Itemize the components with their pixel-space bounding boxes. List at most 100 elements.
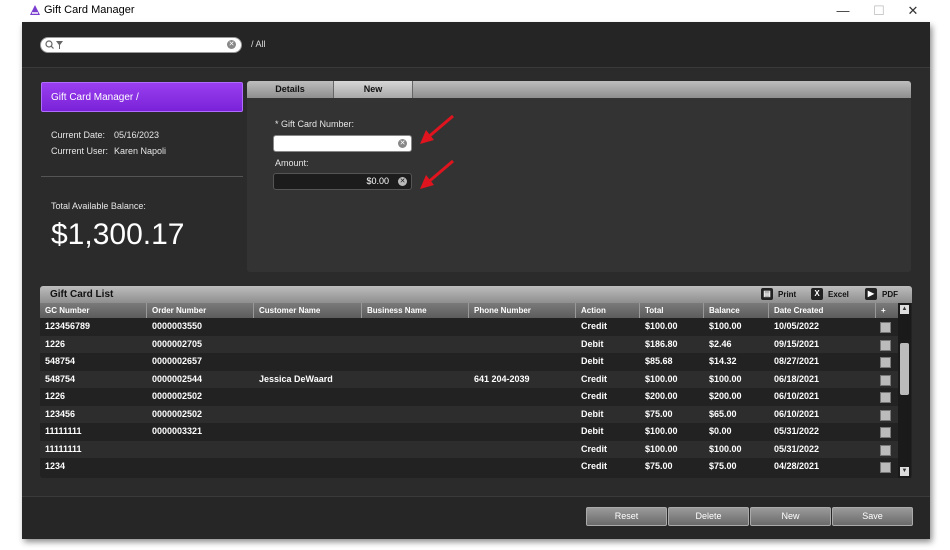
- table-cell: 11111111: [45, 443, 82, 454]
- amount-value[interactable]: $0.00: [366, 176, 389, 186]
- scroll-thumb[interactable]: [900, 343, 909, 395]
- table-row[interactable]: 11111111 0000003321 Debit $100.00 $0.00 05/31…: [40, 423, 898, 440]
- row-checkbox[interactable]: [880, 427, 891, 438]
- row-checkbox[interactable]: [880, 462, 891, 473]
- clear-icon[interactable]: ✕: [398, 177, 407, 186]
- table-cell: 0000002544: [152, 373, 203, 384]
- table-cell: 04/28/2021: [774, 461, 820, 471]
- table-cell: $200.00: [709, 391, 742, 401]
- table-cell: 05/31/2022: [774, 443, 820, 454]
- divider: [41, 176, 243, 177]
- gift-card-number-input[interactable]: [277, 137, 392, 149]
- excel-icon: X: [811, 288, 823, 300]
- column-header[interactable]: Total: [640, 303, 704, 318]
- table-row[interactable]: 548754 0000002657 Debit $85.68 $14.32 08/27/2…: [40, 353, 898, 370]
- table-cell: $100.00: [645, 426, 678, 436]
- column-header[interactable]: Balance: [704, 303, 769, 318]
- scroll-down-icon[interactable]: ▼: [900, 467, 909, 476]
- tab-new[interactable]: New: [334, 81, 413, 98]
- search-clear-icon[interactable]: ✕: [227, 40, 236, 49]
- maximize-button[interactable]: ☐: [866, 1, 892, 21]
- table-cell: [469, 318, 474, 335]
- table-cell: $100.00: [645, 443, 678, 454]
- print-button[interactable]: ▤ Print: [761, 288, 805, 301]
- table-cell: 123456: [45, 408, 76, 419]
- row-checkbox[interactable]: [880, 374, 891, 386]
- breadcrumb[interactable]: / All: [251, 39, 266, 49]
- tab-details[interactable]: Details: [247, 81, 334, 98]
- column-header[interactable]: Phone Number: [469, 303, 576, 318]
- close-button[interactable]: ✕: [900, 1, 926, 21]
- table-row[interactable]: 548754 0000002544 Jessica DeWaard 641 204-2…: [40, 370, 898, 388]
- scroll-up-icon[interactable]: ▲: [900, 305, 909, 314]
- window-title: Gift Card Manager: [44, 4, 135, 16]
- search-input[interactable]: [66, 39, 216, 50]
- gift-card-number-field[interactable]: ✕: [273, 135, 412, 152]
- column-header[interactable]: Customer Name: [254, 303, 362, 318]
- table-cell: $75.00: [709, 461, 737, 471]
- table-header: GC Number Order Number Customer Name Bus…: [40, 303, 898, 318]
- table-row[interactable]: 123456789 0000003550 Credit $100.00 $100.00 1…: [40, 318, 898, 335]
- pdf-button[interactable]: ▶ PDF: [865, 288, 905, 301]
- clear-icon[interactable]: ✕: [398, 139, 407, 148]
- table-cell: $200.00: [645, 391, 678, 401]
- search-field[interactable]: ✕: [40, 37, 242, 53]
- column-header[interactable]: Business Name: [362, 303, 469, 318]
- table-cell: [469, 336, 474, 353]
- table-cell: [362, 458, 367, 475]
- current-user-value: Karen Napoli: [114, 146, 167, 156]
- gift-card-number-label: * Gift Card Number:: [275, 119, 355, 129]
- table-cell: $100.00: [645, 373, 678, 384]
- table-row[interactable]: 1226 0000002502 Credit $200.00 $200.00 06/10/…: [40, 388, 898, 405]
- save-button[interactable]: Save: [832, 507, 913, 526]
- balance-label: Total Available Balance:: [51, 201, 146, 211]
- printer-icon: ▤: [761, 288, 773, 300]
- table-cell: [147, 441, 152, 458]
- table-cell: [362, 388, 367, 405]
- table-row[interactable]: 123456 0000002502 Debit $75.00 $65.00 06/10/2…: [40, 405, 898, 423]
- table-cell: [362, 318, 367, 335]
- row-checkbox[interactable]: [880, 409, 891, 421]
- table-cell: Debit: [581, 408, 604, 419]
- column-header[interactable]: Order Number: [147, 303, 254, 318]
- pdf-icon: ▶: [865, 288, 877, 300]
- table-cell: [254, 388, 259, 405]
- amount-label: Amount:: [275, 158, 309, 168]
- row-checkbox[interactable]: [880, 339, 891, 351]
- section-title: Gift Card Manager /: [41, 82, 243, 112]
- table-cell: $2.46: [709, 338, 732, 349]
- table-cell: [469, 423, 474, 440]
- table-row[interactable]: 1234 Credit $75.00 $75.00 04/28/2021: [40, 458, 898, 475]
- balance-value: $1,300.17: [51, 218, 185, 251]
- row-checkbox[interactable]: [880, 322, 891, 333]
- amount-field[interactable]: $0.00 ✕: [273, 173, 412, 190]
- window-titlebar: Gift Card Manager — ☐ ✕: [22, 0, 930, 22]
- table-row[interactable]: 11111111 Credit $100.00 $100.00 05/31/2022: [40, 440, 898, 458]
- row-checkbox[interactable]: [880, 392, 891, 403]
- bottom-bar: Reset Delete New Save: [22, 496, 930, 539]
- row-checkbox[interactable]: [880, 444, 891, 456]
- column-header[interactable]: Date Created: [769, 303, 876, 318]
- table-cell: 11111111: [45, 426, 82, 436]
- table-cell: 641 204-2039: [474, 373, 530, 384]
- column-header[interactable]: GC Number: [40, 303, 147, 318]
- excel-button[interactable]: X Excel: [811, 288, 855, 301]
- table-row[interactable]: 1226 0000002705 Debit $186.80 $2.46 09/15/202…: [40, 335, 898, 353]
- table-cell: 1226: [45, 338, 66, 349]
- table-cell: [254, 336, 259, 353]
- table-cell: 0000002502: [152, 391, 203, 401]
- scrollbar[interactable]: ▲ ▼: [898, 303, 911, 478]
- table-cell: Debit: [581, 356, 604, 366]
- minimize-button[interactable]: —: [830, 1, 856, 21]
- delete-button[interactable]: Delete: [668, 507, 749, 526]
- table-cell: 10/05/2022: [774, 321, 820, 331]
- table-cell: $100.00: [709, 443, 742, 454]
- row-checkbox[interactable]: [880, 357, 891, 368]
- add-column-button[interactable]: +: [876, 303, 898, 318]
- excel-label: Excel: [828, 290, 849, 299]
- column-header[interactable]: Action: [576, 303, 640, 318]
- new-button[interactable]: New: [750, 507, 831, 526]
- section-title-label: Gift Card Manager /: [51, 92, 139, 103]
- table-cell: 123456789: [45, 321, 91, 331]
- reset-button[interactable]: Reset: [586, 507, 667, 526]
